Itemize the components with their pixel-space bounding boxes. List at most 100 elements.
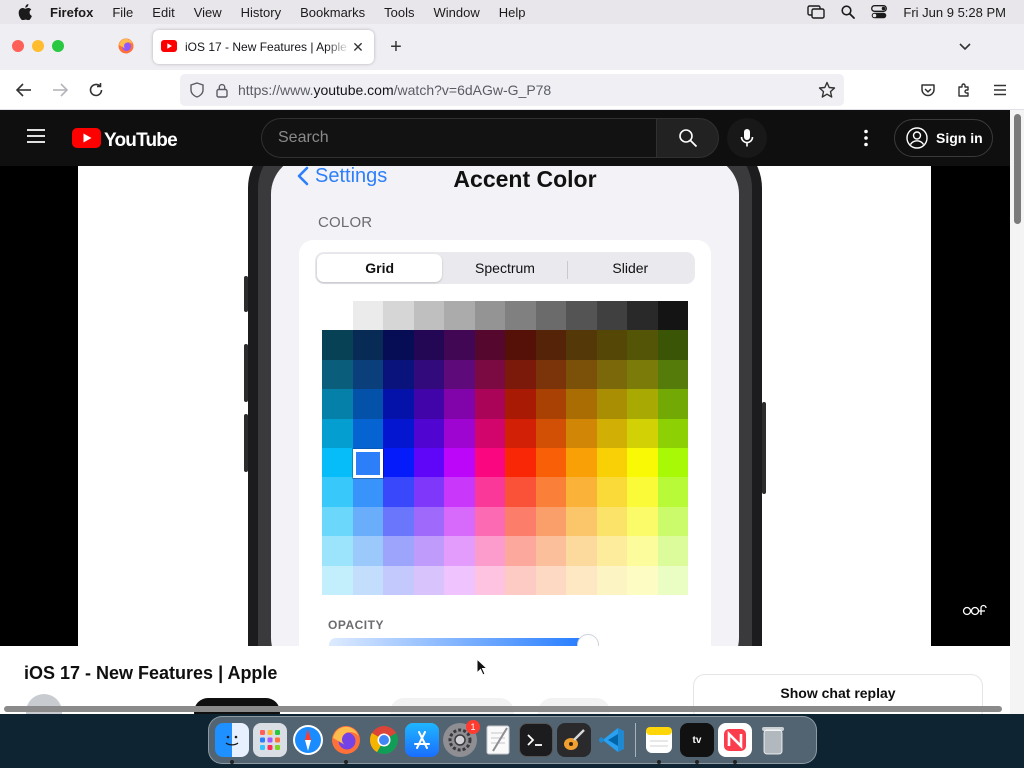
menu-file[interactable]: File — [112, 5, 133, 20]
youtube-logo[interactable]: YouTube — [72, 128, 178, 153]
youtube-masthead: YouTube Sign in — [0, 110, 1010, 166]
dock-system-settings-icon[interactable]: 1 — [443, 720, 480, 757]
reload-icon[interactable] — [86, 80, 106, 100]
lock-icon[interactable] — [216, 83, 228, 98]
video-player[interactable]: Accent Color Settings COLOR Grid Spectru… — [0, 166, 1010, 646]
dock-notes-icon[interactable] — [642, 723, 676, 764]
color-swatch — [535, 565, 566, 595]
dock-vscode-icon[interactable] — [595, 723, 629, 757]
tracking-protection-shield-icon[interactable] — [190, 82, 204, 98]
color-swatch — [444, 565, 475, 595]
color-swatch — [474, 477, 505, 507]
dock-apple-tv-icon[interactable]: tv — [680, 723, 714, 764]
video-title: iOS 17 - New Features | Apple — [24, 663, 278, 683]
color-swatch — [627, 359, 658, 390]
new-tab-button[interactable]: + — [386, 36, 406, 58]
back-arrow-icon[interactable] — [14, 80, 34, 100]
color-swatch — [657, 330, 688, 360]
address-bar[interactable]: https://www.youtube.com/watch?v=6dAGw-G_… — [180, 74, 844, 106]
account-circle-icon — [906, 127, 928, 149]
guide-menu-icon[interactable] — [26, 128, 46, 149]
spotlight-search-icon[interactable] — [841, 5, 856, 19]
video-frame: Accent Color Settings COLOR Grid Spectru… — [78, 166, 931, 646]
color-swatch — [383, 448, 414, 478]
dock-safari-icon[interactable] — [291, 723, 325, 757]
color-swatch — [322, 536, 353, 566]
mouse-pointer-icon — [476, 657, 489, 681]
dock-garageband-icon[interactable] — [557, 723, 591, 757]
finder-running-dot — [230, 760, 234, 764]
notes-pad-icon — [646, 727, 672, 753]
color-swatch — [505, 565, 536, 595]
color-swatch — [505, 418, 536, 448]
pocket-icon[interactable] — [918, 80, 938, 100]
screen-mirroring-icon[interactable] — [807, 5, 826, 19]
color-swatch — [474, 359, 505, 390]
dock-firefox-icon[interactable] — [329, 723, 363, 764]
color-swatch — [322, 359, 353, 390]
voice-search-button[interactable] — [727, 118, 767, 158]
extensions-puzzle-icon[interactable] — [954, 80, 974, 100]
tab-youtube-video[interactable]: iOS 17 - New Features | Apple ✕ — [153, 30, 374, 64]
menu-app-name[interactable]: Firefox — [50, 5, 93, 20]
list-all-tabs-chevron-down-icon[interactable] — [958, 39, 972, 58]
dock-chrome-icon[interactable] — [367, 723, 401, 757]
apple-logo-icon[interactable] — [18, 4, 36, 20]
search-input[interactable] — [261, 118, 656, 158]
dock-textedit-icon[interactable] — [481, 723, 515, 757]
sign-in-button[interactable]: Sign in — [894, 119, 993, 157]
close-window-button[interactable] — [12, 40, 24, 52]
menu-window[interactable]: Window — [434, 5, 480, 20]
color-swatch — [413, 565, 444, 595]
color-swatch — [596, 330, 627, 360]
color-swatch — [657, 536, 688, 566]
tab-firefox-view[interactable] — [108, 34, 144, 62]
menu-view[interactable]: View — [194, 5, 222, 20]
dock-news-icon[interactable] — [718, 723, 752, 764]
color-swatch — [566, 389, 597, 419]
menu-history[interactable]: History — [241, 5, 281, 20]
control-center-icon[interactable] — [871, 5, 888, 19]
color-swatch — [413, 330, 444, 360]
dock-terminal-icon[interactable] — [519, 723, 553, 757]
dock-trash-icon[interactable] — [756, 723, 790, 757]
color-swatch — [352, 477, 383, 507]
color-swatch — [596, 448, 627, 478]
dock-launchpad-icon[interactable] — [253, 723, 287, 757]
settings-more-vertical-icon[interactable] — [856, 128, 876, 153]
color-swatch — [383, 477, 414, 507]
vertical-scrollbar-thumb[interactable] — [1014, 114, 1021, 224]
dock-finder-icon[interactable] — [215, 723, 249, 764]
zoom-window-button[interactable] — [52, 40, 64, 52]
iphone-screen: Accent Color Settings COLOR Grid Spectru… — [271, 166, 739, 646]
color-swatch — [322, 448, 353, 478]
horizontal-scrollbar-thumb[interactable] — [4, 706, 1002, 712]
youtube-logo-text: YouTube — [104, 129, 178, 151]
color-swatch — [352, 506, 383, 537]
segment-grid-label: Grid — [365, 260, 395, 276]
video-watermark-icon[interactable] — [962, 603, 988, 622]
bookmark-star-icon[interactable] — [818, 81, 836, 99]
textedit-page-icon — [486, 725, 510, 755]
app-menu-hamburger-icon[interactable] — [990, 80, 1010, 100]
minimize-window-button[interactable] — [32, 40, 44, 52]
color-swatch — [444, 506, 475, 537]
color-swatch — [535, 536, 566, 566]
menu-edit[interactable]: Edit — [152, 5, 174, 20]
color-swatch — [657, 389, 688, 419]
menu-clock[interactable]: Fri Jun 9 5:28 PM — [903, 5, 1006, 20]
youtube-favicon-icon — [161, 39, 177, 55]
color-swatch — [444, 536, 475, 566]
menu-help[interactable]: Help — [499, 5, 526, 20]
menu-tools[interactable]: Tools — [384, 5, 414, 20]
chevron-left-icon — [297, 166, 309, 186]
color-swatch — [566, 418, 597, 448]
vertical-scrollbar[interactable] — [1010, 110, 1024, 714]
search-button[interactable] — [656, 118, 719, 158]
dock-app-store-icon[interactable] — [405, 723, 439, 757]
horizontal-scrollbar[interactable] — [0, 704, 1010, 714]
close-tab-icon[interactable]: ✕ — [350, 39, 366, 56]
segment-slider: Slider — [568, 254, 693, 282]
forward-arrow-icon[interactable] — [50, 80, 70, 100]
menu-bookmarks[interactable]: Bookmarks — [300, 5, 365, 20]
